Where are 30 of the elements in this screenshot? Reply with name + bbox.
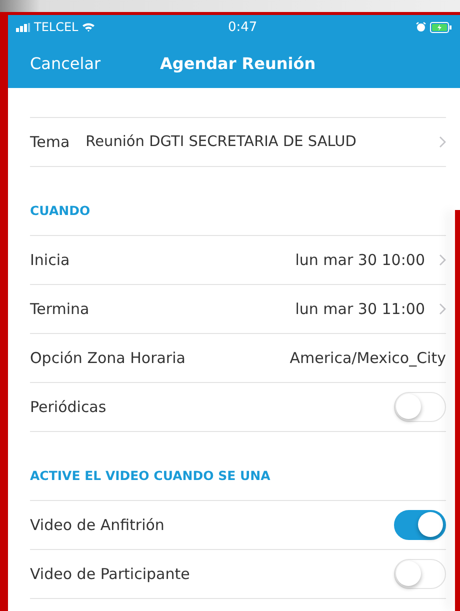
- settings-row[interactable]: Termina lun mar 30 11:00: [30, 284, 446, 334]
- screen-title: Agendar Reunión: [160, 54, 316, 73]
- settings-row[interactable]: Video de Participante: [30, 549, 446, 599]
- row-value: lun mar 30 11:00: [295, 300, 425, 318]
- row-value: Reunión DGTI SECRETARIA DE SALUD: [86, 134, 356, 150]
- row-label: Video de Anfitrión: [30, 516, 164, 534]
- row-value: lun mar 30 10:00: [295, 251, 425, 269]
- row-label: Inicia: [30, 251, 70, 269]
- battery-icon: [430, 22, 452, 32]
- status-time: 0:47: [228, 20, 258, 34]
- settings-row[interactable]: Video de Anfitrión: [30, 500, 446, 550]
- alarm-icon: [416, 22, 426, 32]
- row-label: Periódicas: [30, 398, 106, 416]
- chevron-icon: [439, 136, 446, 148]
- row-label: Opción Zona Horaria: [30, 349, 186, 367]
- chevron-icon: [439, 254, 446, 266]
- settings-row[interactable]: Tema Reunión DGTI SECRETARIA DE SALUD: [30, 117, 446, 167]
- section-header: CUANDO: [30, 203, 90, 218]
- row-value: America/Mexico_City: [290, 349, 446, 367]
- row-label: Tema: [30, 133, 70, 151]
- settings-row[interactable]: Opción Zona Horaria America/Mexico_City: [30, 333, 446, 383]
- settings-row[interactable]: Inicia lun mar 30 10:00: [30, 235, 446, 285]
- settings-row[interactable]: Periódicas: [30, 382, 446, 432]
- toggle-switch[interactable]: [394, 510, 446, 540]
- row-label: Video de Participante: [30, 565, 190, 583]
- wifi-icon: [82, 22, 96, 32]
- signal-icon: [16, 22, 30, 32]
- row-label: Termina: [30, 300, 90, 318]
- carrier-name: TELCEL: [34, 20, 78, 34]
- section-header: ACTIVE EL VIDEO CUANDO SE UNA: [30, 468, 270, 483]
